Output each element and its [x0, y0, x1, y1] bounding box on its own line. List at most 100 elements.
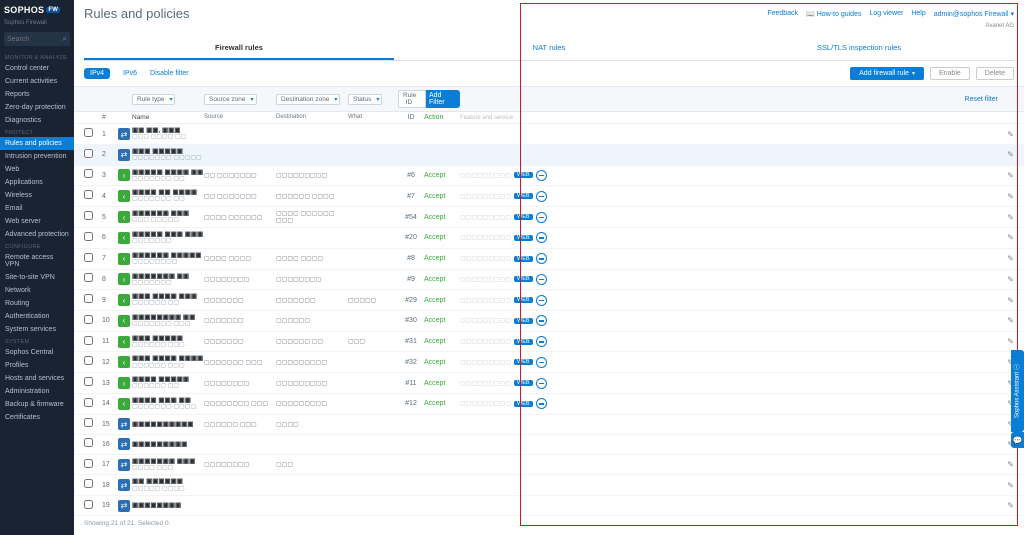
edit-icon[interactable]: ✎ — [998, 192, 1014, 201]
sidebar-item[interactable]: Advanced protection — [0, 228, 74, 241]
row-checkbox[interactable] — [84, 169, 93, 178]
circle-icon[interactable] — [536, 253, 547, 264]
row-checkbox[interactable] — [84, 479, 93, 488]
circle-icon[interactable] — [536, 398, 547, 409]
sidebar-item[interactable]: Network — [0, 284, 74, 297]
row-checkbox[interactable] — [84, 377, 93, 386]
table-row[interactable]: 6‹▣▣▣▣▣ ▣▣▣ ▣▣▣▢▢▢▢▢▢▢#20Accept▢▢▢▢▢▢▢▢▢… — [74, 228, 1024, 249]
circle-icon[interactable] — [536, 274, 547, 285]
row-checkbox[interactable] — [84, 336, 93, 345]
table-row[interactable]: 7‹▣▣▣▣▣▣ ▣▣▣▣▣▢▢▢▢▢▢▢▢▢▢▢▢ ▢▢▢▢▢▢▢▢ ▢▢▢▢… — [74, 249, 1024, 270]
table-row[interactable]: 11‹▣▣▣ ▣▣▣▣▣▢▢▢▢▢▢ ▢▢▢▢▢▢▢▢▢▢▢▢▢▢▢▢ ▢▢▢▢… — [74, 332, 1024, 353]
table-row[interactable]: 16⇄▣▣▣▣▣▣▣▣▣✎ — [74, 435, 1024, 455]
row-checkbox[interactable] — [84, 459, 93, 468]
circle-icon[interactable] — [536, 336, 547, 347]
edit-icon[interactable]: ✎ — [998, 150, 1014, 159]
table-row[interactable]: 17⇄▣▣▣▣▣▣▣ ▣▣▣▢▢▢▢ ▢▢▢▢▢▢▢▢▢▢▢▢▢▢✎ — [74, 455, 1024, 476]
table-row[interactable]: 12‹▣▣▣ ▣▣▣▣ ▣▣▣▣▢▢▢▢▢▢ ▢▢▢▢▢▢▢▢▢▢ ▢▢▢▢▢▢… — [74, 352, 1024, 373]
sidebar-item[interactable]: Profiles — [0, 359, 74, 372]
circle-icon[interactable] — [536, 378, 547, 389]
sidebar-item[interactable]: Current activities — [0, 75, 74, 88]
row-checkbox[interactable] — [84, 438, 93, 447]
row-checkbox[interactable] — [84, 315, 93, 324]
sidebar-item[interactable]: Zero-day protection — [0, 101, 74, 114]
sidebar-item[interactable]: Web — [0, 163, 74, 176]
delete-button[interactable]: Delete — [976, 67, 1014, 80]
reset-filter-link[interactable]: Reset filter — [965, 96, 998, 103]
circle-icon[interactable] — [536, 212, 547, 223]
circle-icon[interactable] — [536, 232, 547, 243]
search-input[interactable] — [7, 36, 57, 43]
top-link[interactable]: admin@sophos Firewall ▾ — [934, 10, 1014, 18]
add-firewall-rule-button[interactable]: Add firewall rule▾ — [850, 67, 924, 80]
top-link[interactable]: 📖 How-to guides — [806, 10, 861, 18]
row-checkbox[interactable] — [84, 149, 93, 158]
row-checkbox[interactable] — [84, 128, 93, 137]
circle-icon[interactable] — [536, 170, 547, 181]
table-row[interactable]: 18⇄▣▣ ▣▣▣▣▣▣▢▢▢▢▢ ▢▢▢▢✎ — [74, 475, 1024, 496]
edit-icon[interactable]: ✎ — [998, 254, 1014, 263]
edit-icon[interactable]: ✎ — [998, 213, 1014, 222]
row-checkbox[interactable] — [84, 356, 93, 365]
circle-icon[interactable] — [536, 315, 547, 326]
sidebar-item[interactable]: Wireless — [0, 189, 74, 202]
assistant-tab[interactable]: Sophos Assistant ⓘ — [1011, 350, 1024, 432]
top-link[interactable]: Help — [911, 10, 925, 17]
sidebar-item[interactable]: Control center — [0, 62, 74, 75]
row-checkbox[interactable] — [84, 211, 93, 220]
sidebar-item[interactable]: Reports — [0, 88, 74, 101]
enable-button[interactable]: Enable — [930, 67, 970, 80]
table-row[interactable]: 10‹▣▣▣▣▣▣▣▣ ▣▣▢▢▢▢▢▢▢ ▢▢▢▢▢▢▢▢▢▢▢▢▢▢▢▢#3… — [74, 311, 1024, 332]
sidebar-item[interactable]: Applications — [0, 176, 74, 189]
sidebar-item[interactable]: Intrusion prevention — [0, 150, 74, 163]
table-row[interactable]: 9‹▣▣▣ ▣▣▣▣ ▣▣▣▢▢▢▢▢▢ ▢▢▢▢▢▢▢▢▢▢▢▢▢▢▢▢▢▢▢… — [74, 290, 1024, 311]
table-row[interactable]: 13‹▣▣▣▣ ▣▣▣▣▣▢▢▢▢▢▢ ▢▢▢▢▢▢▢▢▢▢▢▢▢▢▢▢▢▢▢#… — [74, 373, 1024, 394]
top-link[interactable]: Feedback — [767, 10, 798, 17]
circle-icon[interactable] — [536, 191, 547, 202]
sidebar-item[interactable]: System services — [0, 323, 74, 336]
row-checkbox[interactable] — [84, 232, 93, 241]
ipv6-pill[interactable]: IPv6 — [116, 67, 144, 80]
sidebar-item[interactable]: Authentication — [0, 310, 74, 323]
edit-icon[interactable]: ✎ — [998, 460, 1014, 469]
row-checkbox[interactable] — [84, 294, 93, 303]
disable-filter-link[interactable]: Disable filter — [150, 70, 189, 77]
table-row[interactable]: 3‹▣▣▣▣▣ ▣▣▣▣ ▣▣▢▢▢▢▢▢▢ ▢▢▢▢ ▢▢▢▢▢▢▢▢▢▢▢▢… — [74, 166, 1024, 187]
sidebar-item[interactable]: Sophos Central — [0, 346, 74, 359]
edit-icon[interactable]: ✎ — [998, 501, 1014, 510]
row-checkbox[interactable] — [84, 398, 93, 407]
dest-zone-select[interactable]: Destination zone▾ — [276, 94, 340, 105]
table-row[interactable]: 19⇄▣▣▣▣▣▣▣▣✎ — [74, 496, 1024, 516]
edit-icon[interactable]: ✎ — [998, 316, 1014, 325]
sidebar-item[interactable]: Backup & firmware — [0, 398, 74, 411]
search-box[interactable]: ⌕ — [4, 32, 70, 46]
sidebar-item[interactable]: Web server — [0, 215, 74, 228]
circle-icon[interactable] — [536, 295, 547, 306]
edit-icon[interactable]: ✎ — [998, 296, 1014, 305]
edit-icon[interactable]: ✎ — [998, 481, 1014, 490]
table-row[interactable]: 1⇄▣▣ ▣▣, ▣▣▣▢▢▢ ▢▢▢▢ ▢▢✎ — [74, 124, 1024, 145]
top-link[interactable]: Log viewer — [869, 10, 903, 17]
tab[interactable]: SSL/TLS inspection rules — [704, 37, 1014, 60]
edit-icon[interactable]: ✎ — [998, 130, 1014, 139]
ipv4-pill[interactable]: IPv4 — [84, 68, 110, 79]
row-checkbox[interactable] — [84, 418, 93, 427]
circle-icon[interactable] — [536, 357, 547, 368]
row-checkbox[interactable] — [84, 273, 93, 282]
table-row[interactable]: 15⇄▣▣▣▣▣▣▣▣▣▣▢▢▢▢▢▢ ▢▢▢▢▢▢▢✎ — [74, 415, 1024, 435]
sidebar-item[interactable]: Email — [0, 202, 74, 215]
add-filter-button[interactable]: Add Filter — [424, 90, 460, 108]
row-checkbox[interactable] — [84, 500, 93, 509]
edit-icon[interactable]: ✎ — [998, 171, 1014, 180]
row-checkbox[interactable] — [84, 253, 93, 262]
table-row[interactable]: 8‹▣▣▣▣▣▣▣ ▣▣▢▢▢▢▢▢▢▢▢▢▢▢▢▢▢▢▢▢▢▢▢▢▢#9Acc… — [74, 270, 1024, 291]
tab[interactable]: Firewall rules — [84, 37, 394, 60]
table-row[interactable]: 5‹▣▣▣▣▣▣ ▣▣▣▢▢▢ ▢▢▢▢▢▢▢▢▢ ▢▢▢▢▢▢▢▢▢▢ ▢▢▢… — [74, 207, 1024, 228]
table-row[interactable]: 14‹▣▣▣▣ ▣▣▣ ▣▣▢▢▢▢▢▢▢ ▢▢▢▢▢▢▢▢▢▢▢▢ ▢▢▢▢▢… — [74, 394, 1024, 415]
sidebar-item[interactable]: Administration — [0, 385, 74, 398]
rule-type-select[interactable]: Rule type▾ — [132, 94, 175, 105]
row-checkbox[interactable] — [84, 190, 93, 199]
edit-icon[interactable]: ✎ — [998, 233, 1014, 242]
status-select[interactable]: Status▾ — [348, 94, 382, 105]
edit-icon[interactable]: ✎ — [998, 337, 1014, 346]
